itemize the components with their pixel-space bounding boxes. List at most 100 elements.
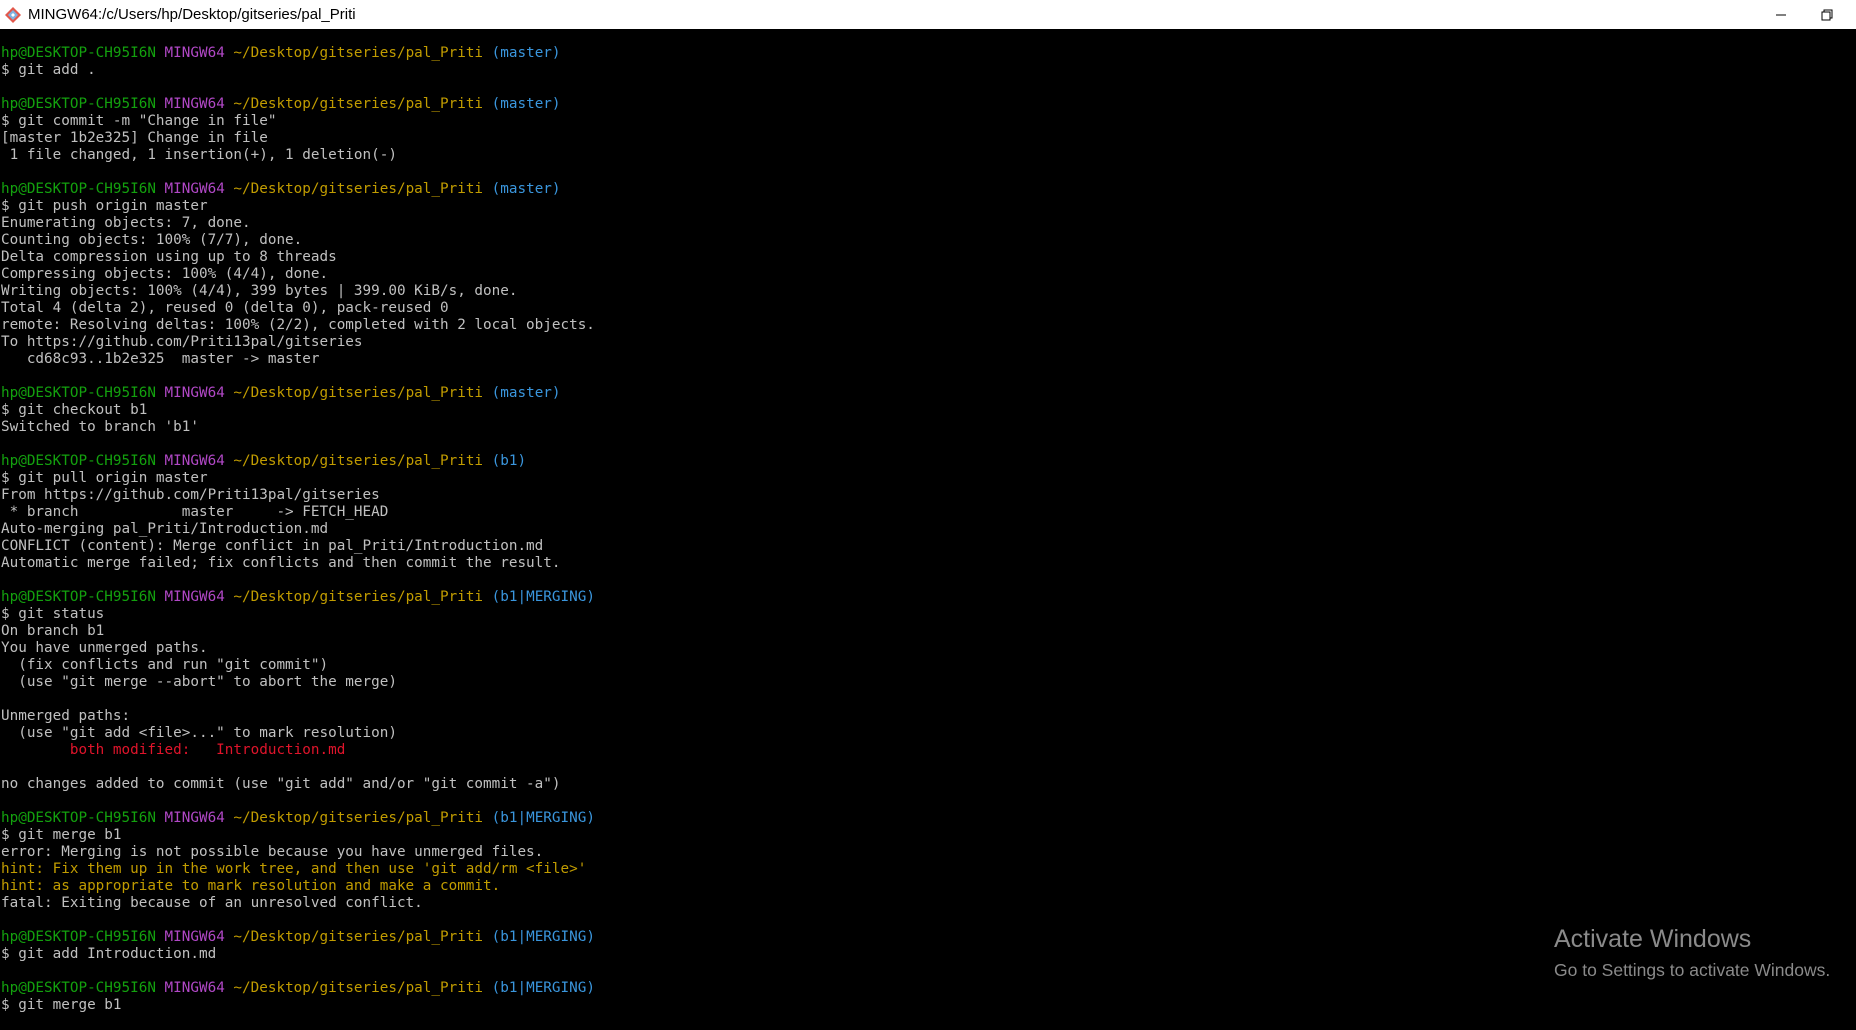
terminal-output[interactable]: hp@DESKTOP-CH95I6N MINGW64 ~/Desktop/git…: [1, 45, 1841, 1030]
output-line: $ git pull origin master: [1, 470, 1841, 487]
git-bash-icon[interactable]: [2, 4, 24, 26]
output-line: Enumerating objects: 7, done.: [1, 215, 1841, 232]
line-text: remote: Resolving deltas: 100% (2/2), co…: [1, 317, 595, 333]
prompt-user: hp@DESKTOP-CH95I6N: [1, 385, 156, 401]
line-text: Unmerged paths:: [1, 708, 131, 724]
output-line: Delta compression using up to 8 threads: [1, 249, 1841, 266]
line-text: On branch b1: [1, 623, 105, 639]
line-text: Total 4 (delta 2), reused 0 (delta 0), p…: [1, 300, 449, 316]
prompt-branch: (master): [491, 385, 561, 401]
output-line: $ git push origin master: [1, 198, 1841, 215]
output-line: error: Merging is not possible because y…: [1, 844, 1841, 861]
line-text: no changes added to commit (use "git add…: [1, 776, 561, 792]
minimize-icon: [1776, 14, 1786, 15]
line-text: Counting objects: 100% (7/7), done.: [1, 232, 303, 248]
output-line: $ git merge b1: [1, 997, 1841, 1014]
prompt-user: hp@DESKTOP-CH95I6N: [1, 181, 156, 197]
output-line: * branch master -> FETCH_HEAD: [1, 504, 1841, 521]
line-text: $ git merge b1: [1, 827, 122, 843]
line-text: hint: as appropriate to mark resolution …: [1, 878, 501, 894]
output-line: $ git add .: [1, 62, 1841, 79]
prompt-host: MINGW64: [164, 453, 225, 469]
prompt-user: hp@DESKTOP-CH95I6N: [1, 980, 156, 996]
line-text: $ git merge b1: [1, 997, 122, 1013]
hint-line: hint: as appropriate to mark resolution …: [1, 878, 1841, 895]
output-line: (use "git merge --abort" to abort the me…: [1, 674, 1841, 691]
line-text: Compressing objects: 100% (4/4), done.: [1, 266, 329, 282]
output-line: no changes added to commit (use "git add…: [1, 776, 1841, 793]
line-text: (use "git merge --abort" to abort the me…: [1, 674, 397, 690]
line-text: From https://github.com/Priti13pal/gitse…: [1, 487, 380, 503]
prompt-line: hp@DESKTOP-CH95I6N MINGW64 ~/Desktop/git…: [1, 96, 1841, 113]
line-text: To https://github.com/Priti13pal/gitseri…: [1, 334, 363, 350]
prompt-user: hp@DESKTOP-CH95I6N: [1, 589, 156, 605]
prompt-user: hp@DESKTOP-CH95I6N: [1, 810, 156, 826]
output-line: (use "git add <file>..." to mark resolut…: [1, 725, 1841, 742]
output-line: (fix conflicts and run "git commit"): [1, 657, 1841, 674]
output-line: [master 1b2e325] Change in file: [1, 130, 1841, 147]
line-text: $ git add Introduction.md: [1, 946, 217, 962]
title-bar[interactable]: MINGW64:/c/Users/hp/Desktop/gitseries/pa…: [0, 0, 1856, 29]
line-text: hint: Fix them up in the work tree, and …: [1, 861, 587, 877]
line-text: error: Merging is not possible because y…: [1, 844, 544, 860]
prompt-path: ~/Desktop/gitseries/pal_Priti: [233, 181, 484, 197]
line-text: * branch master -> FETCH_HEAD: [1, 504, 389, 520]
output-line: cd68c93..1b2e325 master -> master: [1, 351, 1841, 368]
line-text: $ git checkout b1: [1, 402, 148, 418]
prompt-line: hp@DESKTOP-CH95I6N MINGW64 ~/Desktop/git…: [1, 45, 1841, 62]
output-line: From https://github.com/Priti13pal/gitse…: [1, 487, 1841, 504]
line-text: $ git add .: [1, 62, 96, 78]
prompt-branch: (master): [491, 45, 561, 61]
prompt-user: hp@DESKTOP-CH95I6N: [1, 929, 156, 945]
output-line: Unmerged paths:: [1, 708, 1841, 725]
prompt-branch: (master): [491, 96, 561, 112]
output-line: You have unmerged paths.: [1, 640, 1841, 657]
prompt-path: ~/Desktop/gitseries/pal_Priti: [233, 453, 484, 469]
restore-icon: [1821, 9, 1833, 20]
line-text: fatal: Exiting because of an unresolved …: [1, 895, 423, 911]
prompt-path: ~/Desktop/gitseries/pal_Priti: [233, 810, 484, 826]
terminal-window: MINGW64:/c/Users/hp/Desktop/gitseries/pa…: [0, 0, 1856, 1030]
output-line: $ git status: [1, 606, 1841, 623]
window-title: MINGW64:/c/Users/hp/Desktop/gitseries/pa…: [28, 6, 356, 23]
output-line: Writing objects: 100% (4/4), 399 bytes |…: [1, 283, 1841, 300]
prompt-user: hp@DESKTOP-CH95I6N: [1, 45, 156, 61]
activation-watermark: Activate Windows Go to Settings to activ…: [1554, 924, 1830, 982]
line-text: (fix conflicts and run "git commit"): [1, 657, 329, 673]
prompt-line: hp@DESKTOP-CH95I6N MINGW64 ~/Desktop/git…: [1, 980, 1841, 997]
prompt-user: hp@DESKTOP-CH95I6N: [1, 96, 156, 112]
line-text: both modified: Introduction.md: [1, 742, 346, 758]
output-line: 1 file changed, 1 insertion(+), 1 deleti…: [1, 147, 1841, 164]
output-line: On branch b1: [1, 623, 1841, 640]
output-line: Total 4 (delta 2), reused 0 (delta 0), p…: [1, 300, 1841, 317]
prompt-branch: (master): [491, 181, 561, 197]
watermark-title: Activate Windows: [1554, 925, 1752, 953]
line-text: Switched to branch 'b1': [1, 419, 199, 435]
prompt-host: MINGW64: [164, 45, 225, 61]
line-text: $ git push origin master: [1, 198, 208, 214]
prompt-host: MINGW64: [164, 980, 225, 996]
prompt-path: ~/Desktop/gitseries/pal_Priti: [233, 589, 484, 605]
error-line: both modified: Introduction.md: [1, 742, 1841, 759]
output-line: CONFLICT (content): Merge conflict in pa…: [1, 538, 1841, 555]
line-text: Auto-merging pal_Priti/Introduction.md: [1, 521, 329, 537]
prompt-host: MINGW64: [164, 181, 225, 197]
output-line: Auto-merging pal_Priti/Introduction.md: [1, 521, 1841, 538]
prompt-path: ~/Desktop/gitseries/pal_Priti: [233, 980, 484, 996]
prompt-branch: (b1|MERGING): [491, 589, 595, 605]
minimize-button[interactable]: [1758, 0, 1804, 29]
line-text: cd68c93..1b2e325 master -> master: [1, 351, 320, 367]
maximize-button[interactable]: [1804, 0, 1850, 29]
prompt-host: MINGW64: [164, 96, 225, 112]
prompt-host: MINGW64: [164, 929, 225, 945]
line-text: Automatic merge failed; fix conflicts an…: [1, 555, 561, 571]
output-line: $ git commit -m "Change in file": [1, 113, 1841, 130]
prompt-line: hp@DESKTOP-CH95I6N MINGW64 ~/Desktop/git…: [1, 181, 1841, 198]
line-text: CONFLICT (content): Merge conflict in pa…: [1, 538, 544, 554]
prompt-user: hp@DESKTOP-CH95I6N: [1, 453, 156, 469]
